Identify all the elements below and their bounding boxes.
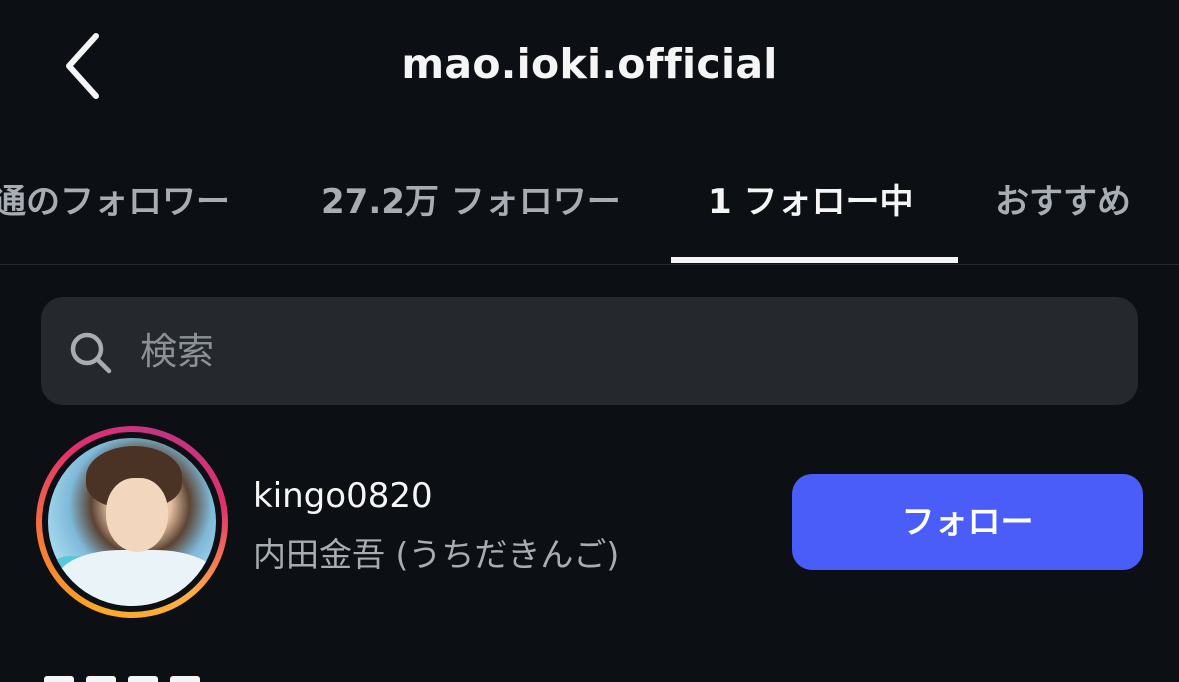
tab-suggested[interactable]: おすすめ — [995, 174, 1131, 223]
full-name: 内田金吾 (うちだきんご) — [253, 535, 620, 574]
tab-followers[interactable]: 27.2万 フォロワー — [321, 174, 621, 223]
list-item[interactable]: kingo0820 内田金吾 (うちだきんご) フォロー — [0, 420, 1179, 630]
tab-bar: 通のフォロワー 27.2万 フォロワー 1 フォロー中 おすすめ — [0, 160, 1179, 265]
header: mao.ioki.official — [0, 0, 1179, 140]
avatar[interactable] — [48, 438, 216, 606]
search-icon — [70, 332, 112, 374]
active-tab-indicator — [671, 257, 958, 263]
tab-mutual-followers[interactable]: 通のフォロワー — [0, 174, 230, 223]
follow-button[interactable]: フォロー — [792, 474, 1143, 570]
cut-off-text — [44, 660, 224, 682]
page-title: mao.ioki.official — [401, 40, 778, 88]
tab-following[interactable]: 1 フォロー中 — [708, 174, 914, 223]
story-ring[interactable] — [36, 426, 228, 618]
search-input[interactable] — [138, 320, 1102, 382]
username[interactable]: kingo0820 — [253, 476, 433, 516]
following-screen: mao.ioki.official 通のフォロワー 27.2万 フォロワー 1 … — [0, 0, 1179, 682]
